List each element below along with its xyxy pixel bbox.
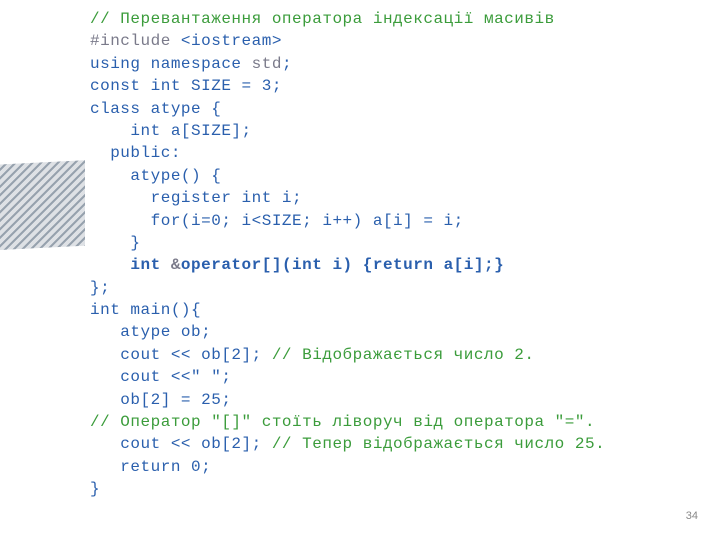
code-line-cout1: cout << ob[2]; // Відображається число 2… xyxy=(90,344,690,366)
code-line-comment: // Перевантаження оператора індексації м… xyxy=(90,8,690,30)
code-line-close2: }; xyxy=(90,277,690,299)
code-line-member: int a[SIZE]; xyxy=(90,120,690,142)
code-line-ob: atype ob; xyxy=(90,321,690,343)
code-line-cout2: cout <<" "; xyxy=(90,366,690,388)
code-line-assign: ob[2] = 25; xyxy=(90,389,690,411)
code-block: // Перевантаження оператора індексації м… xyxy=(90,8,690,501)
code-line-ctor: atype() { xyxy=(90,165,690,187)
code-line-close1: } xyxy=(90,232,690,254)
code-line-include: #include <iostream> xyxy=(90,30,690,52)
code-line-const: const int SIZE = 3; xyxy=(90,75,690,97)
slide-decoration xyxy=(0,160,89,250)
code-line-class: class atype { xyxy=(90,98,690,120)
code-line-public: public: xyxy=(90,142,690,164)
code-line-return: return 0; xyxy=(90,456,690,478)
page-number: 34 xyxy=(686,509,698,524)
code-line-operator: int &operator[](int i) {return a[i];} xyxy=(90,254,690,276)
code-line-main: int main(){ xyxy=(90,299,690,321)
code-line-using: using namespace std; xyxy=(90,53,690,75)
code-line-for: for(i=0; i<SIZE; i++) a[i] = i; xyxy=(90,210,690,232)
code-line-comment2: // Оператор "[]" стоїть ліворуч від опер… xyxy=(90,411,690,433)
code-line-close3: } xyxy=(90,478,690,500)
code-line-register: register int i; xyxy=(90,187,690,209)
code-line-cout3: cout << ob[2]; // Тепер відображається ч… xyxy=(90,433,690,455)
